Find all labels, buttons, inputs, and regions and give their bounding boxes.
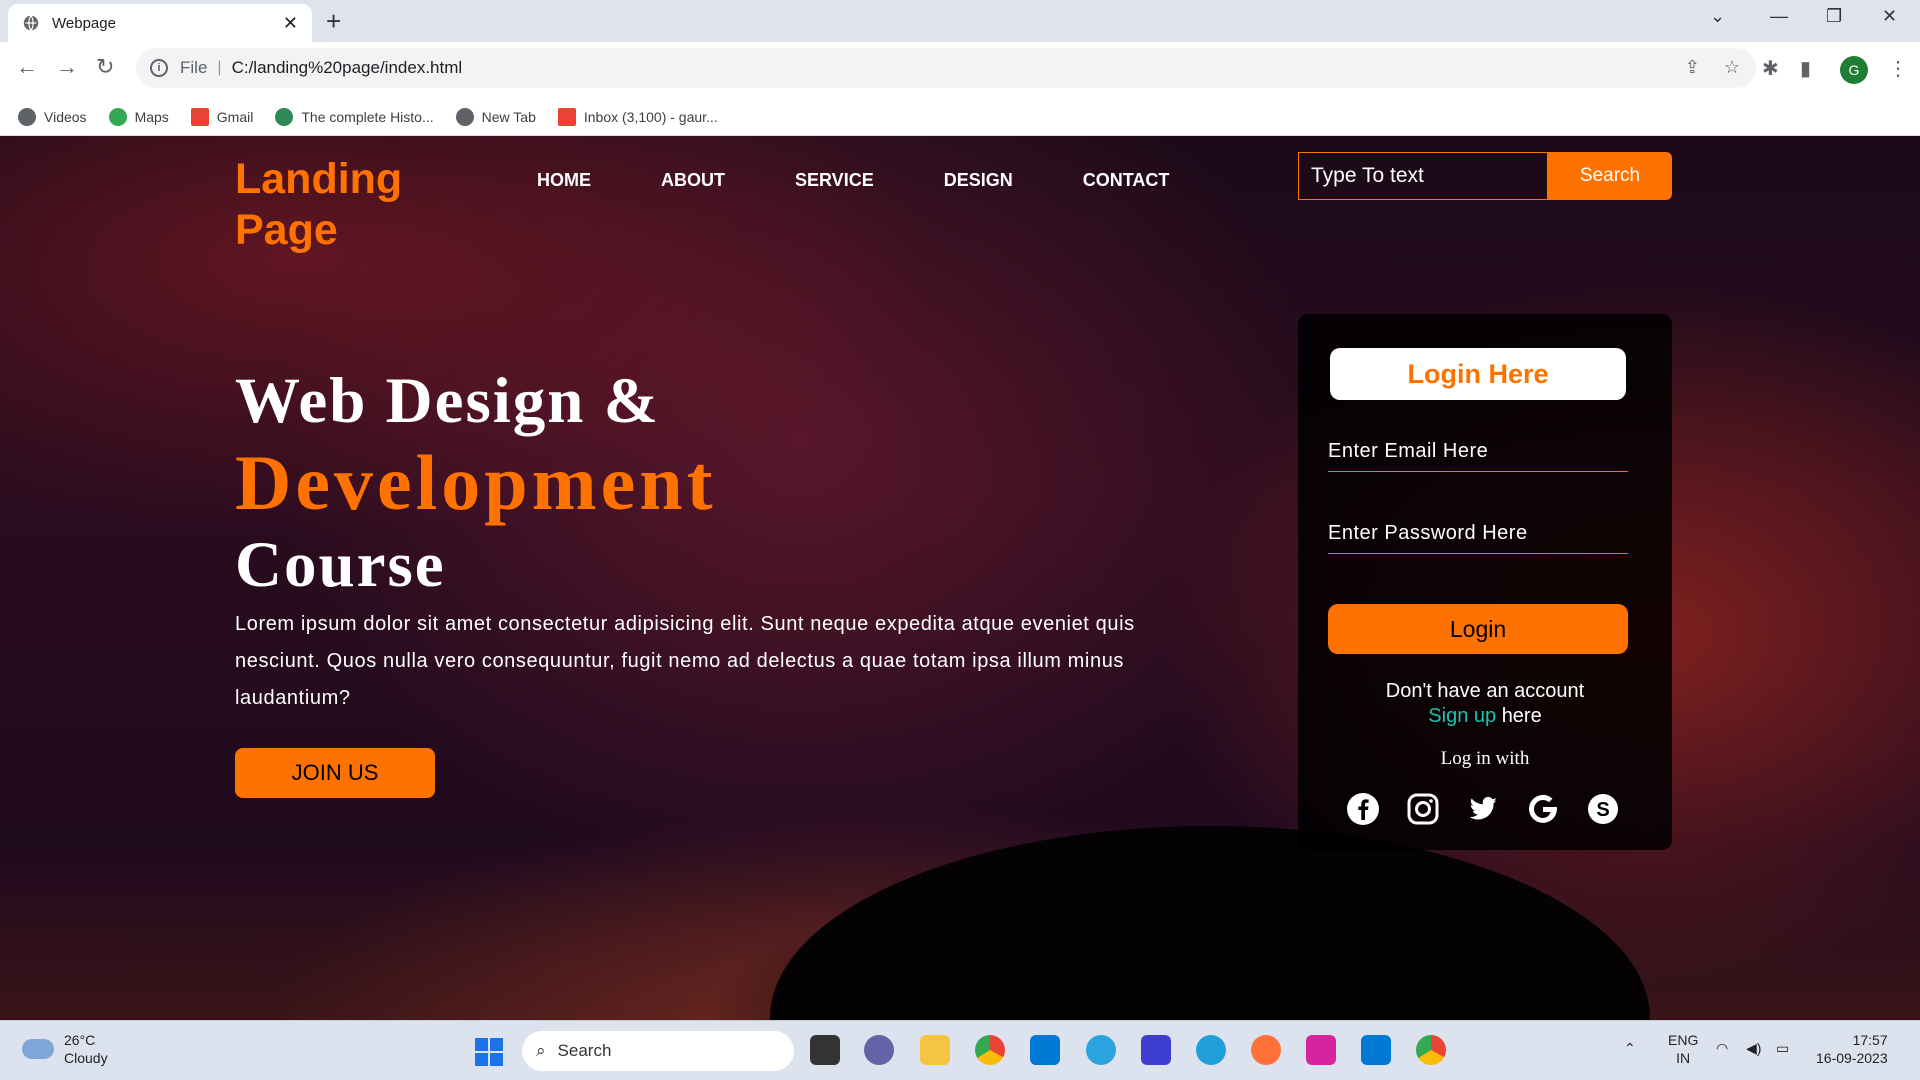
chevron-up-icon[interactable]: ⌃ <box>1624 1039 1636 1057</box>
tree-silhouette <box>770 826 1650 1020</box>
password-field[interactable] <box>1328 514 1628 554</box>
url-scheme: File <box>180 58 208 77</box>
bookmark-videos[interactable]: Videos <box>18 107 87 126</box>
login-form: Login Here Login Don't have an account S… <box>1298 314 1672 850</box>
hero-line-2: Development <box>235 439 717 526</box>
hero-heading: Web Design & Development Course <box>235 361 717 605</box>
task-view-icon[interactable] <box>810 1035 840 1065</box>
bookmarks-bar: Videos Maps Gmail The complete Histo... … <box>0 98 1920 136</box>
edge-icon[interactable] <box>1196 1035 1226 1065</box>
no-account-text: Don't have an account <box>1385 680 1585 702</box>
address-toolbar: ← → ↻ i File | C:/landing%20page/index.h… <box>0 42 1920 98</box>
gmail-icon <box>190 107 209 126</box>
map-pin-icon <box>108 107 127 126</box>
forward-icon[interactable]: → <box>56 54 78 80</box>
site-logo[interactable]: Landing Page <box>235 154 455 256</box>
join-us-button[interactable]: JOIN US <box>235 748 435 798</box>
globe-icon <box>23 15 39 31</box>
vscode-icon[interactable] <box>1361 1035 1391 1065</box>
site-info-icon[interactable]: i <box>150 59 168 77</box>
url-separator: | <box>217 59 222 76</box>
taskbar-search-label: Search <box>557 1041 612 1060</box>
login-button[interactable]: Login <box>1328 604 1628 654</box>
teams-icon[interactable] <box>864 1035 894 1065</box>
nav-about[interactable]: ABOUT <box>661 170 725 191</box>
bookmark-new-tab[interactable]: New Tab <box>455 107 536 126</box>
search-icon: ⌕ <box>536 1041 546 1060</box>
social-login-icons: S <box>1346 792 1620 826</box>
clock[interactable]: 17:57 16-09-2023 <box>1816 1031 1888 1067</box>
login-with-label: Log in with <box>1440 748 1530 769</box>
share-icon[interactable]: ⇪ <box>1685 57 1700 78</box>
file-explorer-icon[interactable] <box>920 1035 950 1065</box>
globe-icon <box>455 107 474 126</box>
google-icon[interactable] <box>1526 792 1560 826</box>
wifi-icon[interactable]: ◠ <box>1716 1039 1728 1057</box>
new-tab-button[interactable]: + <box>326 6 341 37</box>
hero-line-1: Web Design & <box>235 365 660 437</box>
svg-text:S: S <box>1596 799 1609 821</box>
close-tab-icon[interactable]: ✕ <box>283 13 298 34</box>
email-field[interactable] <box>1328 432 1628 472</box>
main-nav: HOME ABOUT SERVICE DESIGN CONTACT <box>537 170 1239 191</box>
profile-avatar[interactable]: G <box>1840 56 1868 84</box>
instagram-app-icon[interactable] <box>1306 1035 1336 1065</box>
chrome-icon[interactable] <box>1416 1035 1446 1065</box>
taskbar-search[interactable]: ⌕ Search <box>522 1031 794 1071</box>
bookmark-inbox[interactable]: Inbox (3,100) - gaur... <box>557 107 718 126</box>
browser-tab-strip: Webpage ✕ + ⌄ — ❐ ✕ <box>0 0 1920 42</box>
twitter-icon[interactable] <box>1466 792 1500 826</box>
skype-icon[interactable]: S <box>1586 792 1620 826</box>
browser-tab[interactable]: Webpage ✕ <box>8 4 312 42</box>
back-icon[interactable]: ← <box>16 54 38 80</box>
nav-service[interactable]: SERVICE <box>795 170 874 191</box>
weather-desc: Cloudy <box>64 1050 108 1066</box>
facebook-icon[interactable] <box>1346 792 1380 826</box>
signup-link[interactable]: Sign up <box>1428 705 1496 727</box>
reload-icon[interactable]: ↻ <box>96 54 114 80</box>
globe-icon <box>18 107 36 126</box>
hero-paragraph: Lorem ipsum dolor sit amet consectetur a… <box>235 613 1135 709</box>
site-search-button[interactable]: Search <box>1548 152 1672 200</box>
windows-start-icon[interactable] <box>474 1037 504 1067</box>
bookmark-gmail[interactable]: Gmail <box>190 107 253 126</box>
tab-search-icon[interactable]: ⌄ <box>1710 6 1725 27</box>
volume-icon[interactable]: ◀) <box>1746 1039 1761 1057</box>
nav-home[interactable]: HOME <box>537 170 591 191</box>
cloud-icon <box>22 1039 54 1059</box>
side-panel-icon[interactable]: ▮ <box>1800 56 1811 81</box>
chrome-icon[interactable] <box>975 1035 1005 1065</box>
language-indicator[interactable]: ENG IN <box>1668 1031 1698 1067</box>
nav-contact[interactable]: CONTACT <box>1083 170 1170 191</box>
weather-temp: 26°C <box>64 1032 96 1048</box>
weather-widget[interactable]: 26°C Cloudy <box>22 1031 108 1067</box>
editor-app-icon[interactable] <box>1141 1035 1171 1065</box>
hero-line-3: Course <box>235 529 446 601</box>
minimize-icon[interactable]: — <box>1770 6 1788 27</box>
bookmark-star-icon[interactable]: ☆ <box>1724 57 1740 78</box>
firefox-icon[interactable] <box>1251 1035 1281 1065</box>
store-icon[interactable] <box>1030 1035 1060 1065</box>
taskbar: 26°C Cloudy ⌕ Search ⌃ ENG IN ◠ ◀) ▭ 17:… <box>0 1020 1920 1080</box>
telegram-icon[interactable] <box>1086 1035 1116 1065</box>
battery-icon[interactable]: ▭ <box>1776 1039 1789 1057</box>
close-window-icon[interactable]: ✕ <box>1882 6 1897 27</box>
bookmark-history[interactable]: The complete Histo... <box>275 107 434 126</box>
restore-icon[interactable]: ❐ <box>1826 6 1842 27</box>
landing-page: Landing Page HOME ABOUT SERVICE DESIGN C… <box>0 136 1920 1020</box>
site-search-input[interactable] <box>1298 152 1548 200</box>
signup-prompt: Don't have an account Sign up here <box>1298 679 1672 729</box>
menu-icon[interactable]: ⋮ <box>1888 56 1908 81</box>
url-text[interactable]: C:/landing%20page/index.html <box>232 58 463 78</box>
gfg-icon <box>275 107 294 126</box>
nav-design[interactable]: DESIGN <box>944 170 1013 191</box>
instagram-icon[interactable] <box>1406 792 1440 826</box>
extensions-icon[interactable]: ✱ <box>1762 56 1779 81</box>
login-title: Login Here <box>1330 348 1626 400</box>
gmail-icon <box>557 107 576 126</box>
omnibox[interactable]: i File | C:/landing%20page/index.html ⇪ … <box>136 48 1756 88</box>
signup-suffix: here <box>1501 705 1542 727</box>
bookmark-maps[interactable]: Maps <box>108 107 169 126</box>
tab-title: Webpage <box>52 14 116 32</box>
